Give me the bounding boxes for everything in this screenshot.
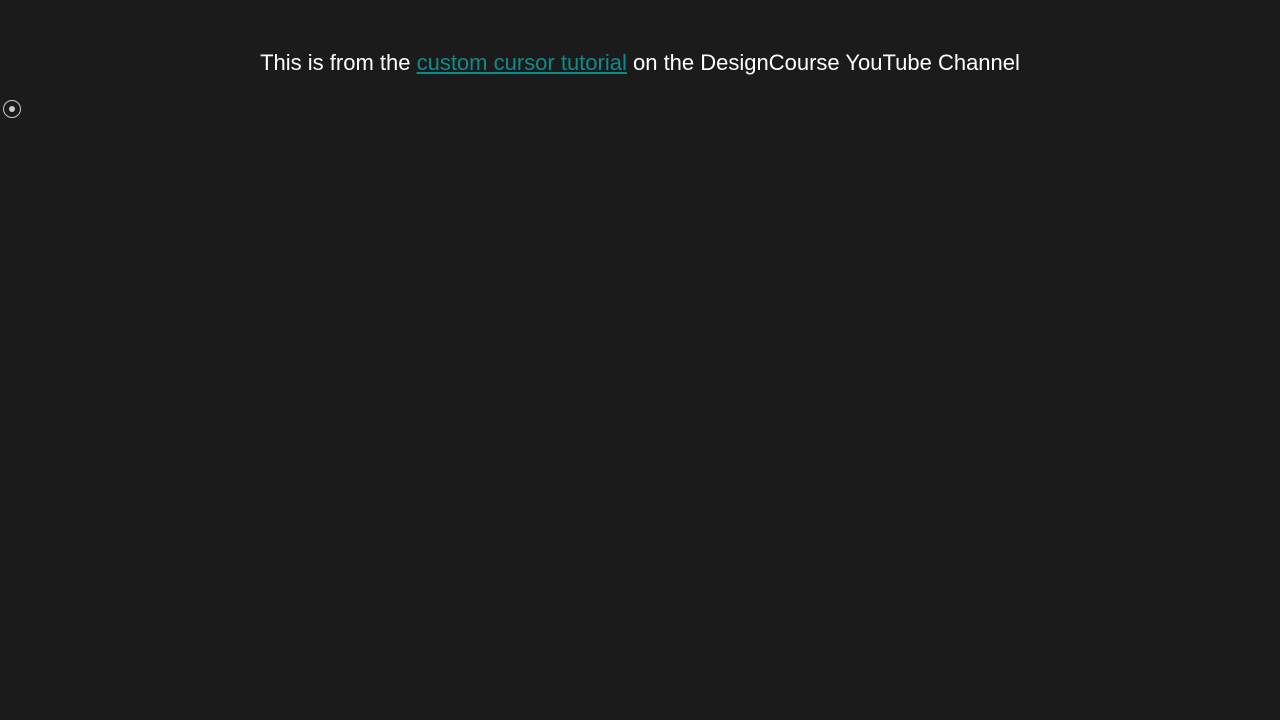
tutorial-link[interactable]: custom cursor tutorial <box>417 50 627 75</box>
cursor-outer-ring <box>3 100 21 118</box>
description-before: This is from the <box>260 50 416 75</box>
description-after: on the DesignCourse YouTube Channel <box>627 50 1020 75</box>
cursor-inner-dot <box>9 106 15 112</box>
description-text: This is from the custom cursor tutorial … <box>0 0 1280 76</box>
